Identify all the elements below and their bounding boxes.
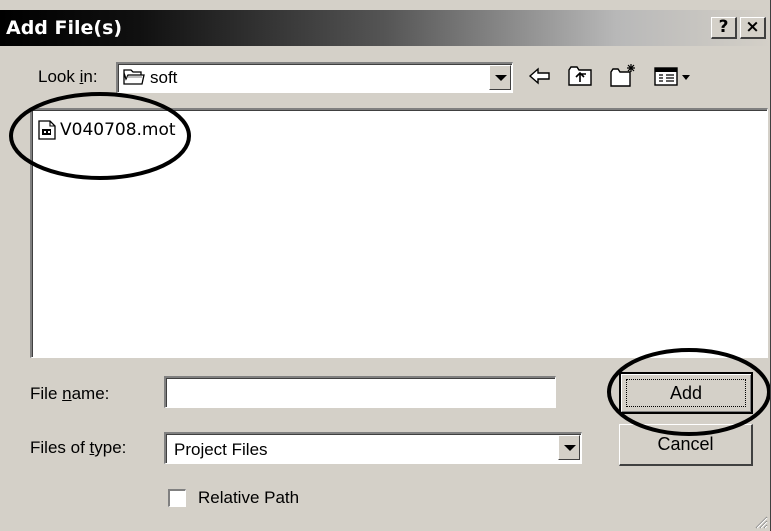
look-in-dropdown-arrow[interactable] [489, 65, 511, 90]
help-button[interactable]: ? [711, 17, 737, 39]
folder-icon [123, 69, 145, 85]
relative-path-checkbox[interactable] [168, 489, 186, 507]
look-in-combo[interactable]: soft [116, 62, 513, 93]
file-name: V040708.mot [60, 120, 176, 140]
file-name-input[interactable] [164, 376, 556, 408]
files-of-type-dropdown-arrow[interactable] [558, 435, 580, 460]
file-name-label: File name: [30, 384, 110, 403]
look-in-value: soft [150, 68, 178, 87]
add-files-dialog: Add File(s) ? × Look in: soft V040708.mo… [0, 0, 771, 531]
look-in-label: Look in: [38, 67, 98, 86]
resize-grip-icon[interactable] [754, 515, 768, 529]
file-icon [38, 120, 56, 140]
relative-path-label: Relative Path [198, 488, 300, 507]
files-of-type-value: Project Files [174, 440, 268, 459]
add-button-label: Add [669, 383, 703, 403]
new-folder-icon[interactable] [608, 62, 638, 90]
cancel-button[interactable]: Cancel [619, 424, 753, 466]
close-button[interactable]: × [740, 17, 766, 39]
up-folder-icon[interactable] [566, 62, 596, 90]
add-button[interactable]: Add [619, 372, 753, 414]
back-arrow-icon[interactable] [524, 62, 554, 90]
files-of-type-combo[interactable]: Project Files [164, 432, 582, 464]
files-of-type-label: Files of type: [30, 438, 127, 457]
view-menu-icon[interactable] [652, 62, 696, 90]
file-list[interactable]: V040708.mot [30, 108, 768, 358]
dialog-title: Add File(s) [6, 17, 123, 39]
title-bar[interactable]: Add File(s) ? × [0, 10, 770, 46]
